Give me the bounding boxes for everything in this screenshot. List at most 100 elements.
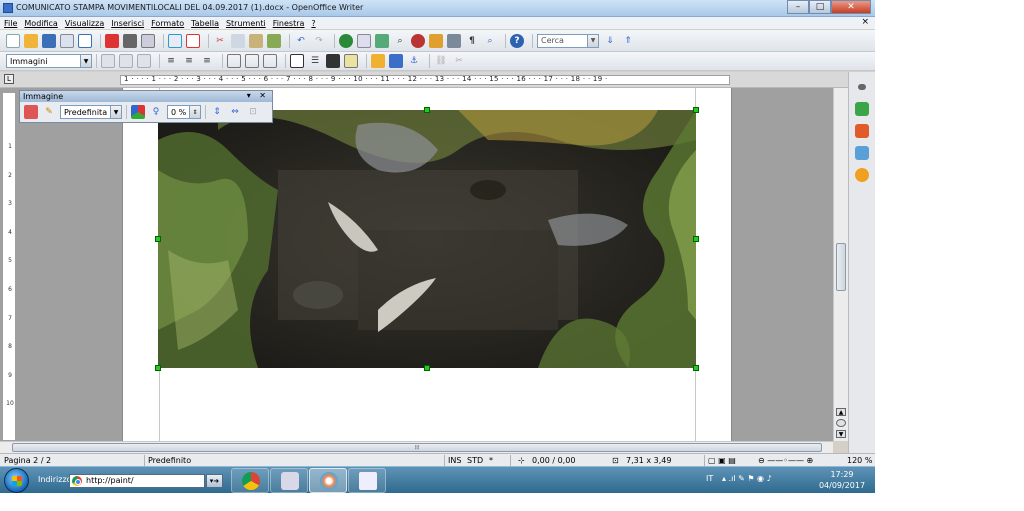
find-replace-icon[interactable]: ⌕ <box>393 34 407 48</box>
formatting-marks-icon[interactable]: ¶ <box>465 34 479 48</box>
format-paintbrush-icon[interactable] <box>267 33 281 48</box>
resize-handle-bottom[interactable] <box>424 365 430 371</box>
horizontal-scrollbar[interactable]: ⦙⦙⦙ <box>0 441 833 453</box>
hyperlink-icon[interactable] <box>339 33 353 48</box>
resize-handle-top-right[interactable] <box>693 107 699 113</box>
table-icon[interactable] <box>357 33 371 48</box>
go-button[interactable]: ▾➜ <box>206 474 223 488</box>
tab-stop-selector[interactable]: L <box>4 74 14 84</box>
taskbar-chrome[interactable] <box>231 468 269 493</box>
save-icon[interactable] <box>42 33 56 48</box>
page-style[interactable]: Predefinito <box>148 456 191 465</box>
print-preview-icon[interactable] <box>141 33 155 48</box>
navigation-button[interactable] <box>836 419 846 427</box>
spellcheck-icon[interactable] <box>168 33 182 48</box>
optimal-wrap-icon[interactable] <box>137 54 151 68</box>
zoom-level[interactable]: 120 % <box>847 456 872 465</box>
align-right-icon[interactable]: ≡ <box>200 54 214 68</box>
edit-mode-icon[interactable] <box>78 33 92 48</box>
open-folder-icon[interactable] <box>24 33 38 48</box>
borders-icon[interactable] <box>290 54 304 68</box>
sidebar-menu-icon[interactable] <box>858 84 866 90</box>
send-to-back-icon[interactable] <box>389 54 403 68</box>
align-left-icon[interactable]: ≡ <box>164 54 178 68</box>
horizontal-scroll-thumb[interactable]: ⦙⦙⦙ <box>12 443 822 452</box>
menu-visualizza[interactable]: Visualizza <box>65 19 104 28</box>
start-button[interactable] <box>4 468 29 493</box>
vertical-scroll-thumb[interactable] <box>836 243 846 291</box>
color-icon[interactable] <box>131 105 145 119</box>
data-sources-icon[interactable] <box>447 33 461 48</box>
align-bottom-icon[interactable] <box>263 54 277 68</box>
menu-strumenti[interactable]: Strumenti <box>226 19 266 28</box>
properties-icon[interactable] <box>855 102 869 116</box>
page-indicator[interactable]: Pagina 2 / 2 <box>4 456 51 465</box>
bring-to-front-icon[interactable] <box>371 54 385 68</box>
show-draw-functions-icon[interactable] <box>375 33 389 48</box>
flip-horizontal-icon[interactable]: ⇔ <box>228 105 242 119</box>
wrap-off-icon[interactable] <box>101 54 115 68</box>
transparency-icon[interactable]: ♀ <box>149 105 163 119</box>
export-pdf-icon[interactable] <box>105 33 119 48</box>
filter-icon[interactable]: ✎ <box>42 105 56 119</box>
align-middle-icon[interactable] <box>245 54 259 68</box>
paste-icon[interactable] <box>249 33 263 48</box>
clock[interactable]: 17:29 04/09/2017 <box>814 469 870 491</box>
maximize-button[interactable]: □ <box>809 0 831 14</box>
autospellcheck-icon[interactable] <box>186 33 200 48</box>
cut-icon[interactable]: ✂ <box>213 34 227 48</box>
page-wrap-icon[interactable] <box>119 54 133 68</box>
menu-tabella[interactable]: Tabella <box>191 19 219 28</box>
vertical-scrollbar[interactable]: ▲ ▼ <box>833 88 848 441</box>
menu-help[interactable]: ? <box>311 19 315 28</box>
view-layout-icons[interactable]: ▢ ▣ ▤ <box>708 456 736 465</box>
taskbar-paint[interactable] <box>309 468 347 493</box>
border-color-icon[interactable] <box>326 54 340 68</box>
undo-icon[interactable]: ↶ <box>294 34 308 48</box>
flip-vertical-icon[interactable]: ⇕ <box>210 105 224 119</box>
new-document-icon[interactable] <box>6 33 20 48</box>
menu-modifica[interactable]: Modifica <box>24 19 57 28</box>
menu-file[interactable]: File <box>4 19 17 28</box>
email-icon[interactable] <box>60 33 74 48</box>
inserted-photo[interactable] <box>158 110 696 368</box>
gallery-icon[interactable] <box>429 33 443 48</box>
vertical-ruler[interactable]: 1 2 3 4 5 6 7 8 9 10 <box>2 92 16 441</box>
chevron-down-icon[interactable]: ▼ <box>80 55 91 67</box>
redo-icon[interactable]: ↷ <box>312 34 326 48</box>
navigator-sidebar-icon[interactable] <box>855 168 869 182</box>
align-top-icon[interactable] <box>227 54 241 68</box>
anchor-icon[interactable]: ⚓ <box>407 54 421 68</box>
taskbar-app[interactable] <box>270 468 308 493</box>
menu-finestra[interactable]: Finestra <box>273 19 305 28</box>
zoom-slider[interactable]: ⊖ ——◦—— ⊕ <box>758 456 813 465</box>
line-style-icon[interactable]: ☰ <box>308 54 322 68</box>
next-page-button[interactable]: ▼ <box>836 430 846 438</box>
spinner-icon[interactable]: ⇕ <box>189 106 200 118</box>
transparency-input[interactable]: 0 % ⇕ <box>167 105 201 119</box>
taskbar-openoffice[interactable] <box>348 468 386 493</box>
chevron-down-icon[interactable]: ▼ <box>587 34 598 47</box>
background-color-icon[interactable] <box>344 54 358 68</box>
styles-icon[interactable] <box>855 124 869 138</box>
close-document-button[interactable]: × <box>861 17 869 27</box>
insert-image-icon[interactable] <box>24 105 38 119</box>
find-previous-icon[interactable]: ⇑ <box>621 34 635 48</box>
resize-handle-right[interactable] <box>693 236 699 242</box>
paragraph-style-select[interactable]: Immagini ▼ <box>6 54 92 68</box>
resize-handle-left[interactable] <box>155 236 161 242</box>
resize-handle-bottom-right[interactable] <box>693 365 699 371</box>
minimize-button[interactable]: – <box>787 0 809 14</box>
find-next-icon[interactable]: ⇓ <box>603 34 617 48</box>
align-center-icon[interactable]: ≡ <box>182 54 196 68</box>
language-indicator[interactable]: IT <box>706 474 713 483</box>
resize-handle-bottom-left[interactable] <box>155 365 161 371</box>
zoom-icon[interactable]: ⌕ <box>483 34 497 48</box>
gallery-sidebar-icon[interactable] <box>855 146 869 160</box>
graphics-mode-select[interactable]: Predefinita ▼ <box>60 105 122 119</box>
menu-inserisci[interactable]: Inserisci <box>111 19 144 28</box>
selection-mode[interactable]: STD <box>467 456 483 465</box>
insert-mode[interactable]: INS <box>448 456 461 465</box>
print-icon[interactable] <box>123 33 137 48</box>
image-toolbar-controls[interactable]: ▾ ✕ <box>247 91 269 100</box>
